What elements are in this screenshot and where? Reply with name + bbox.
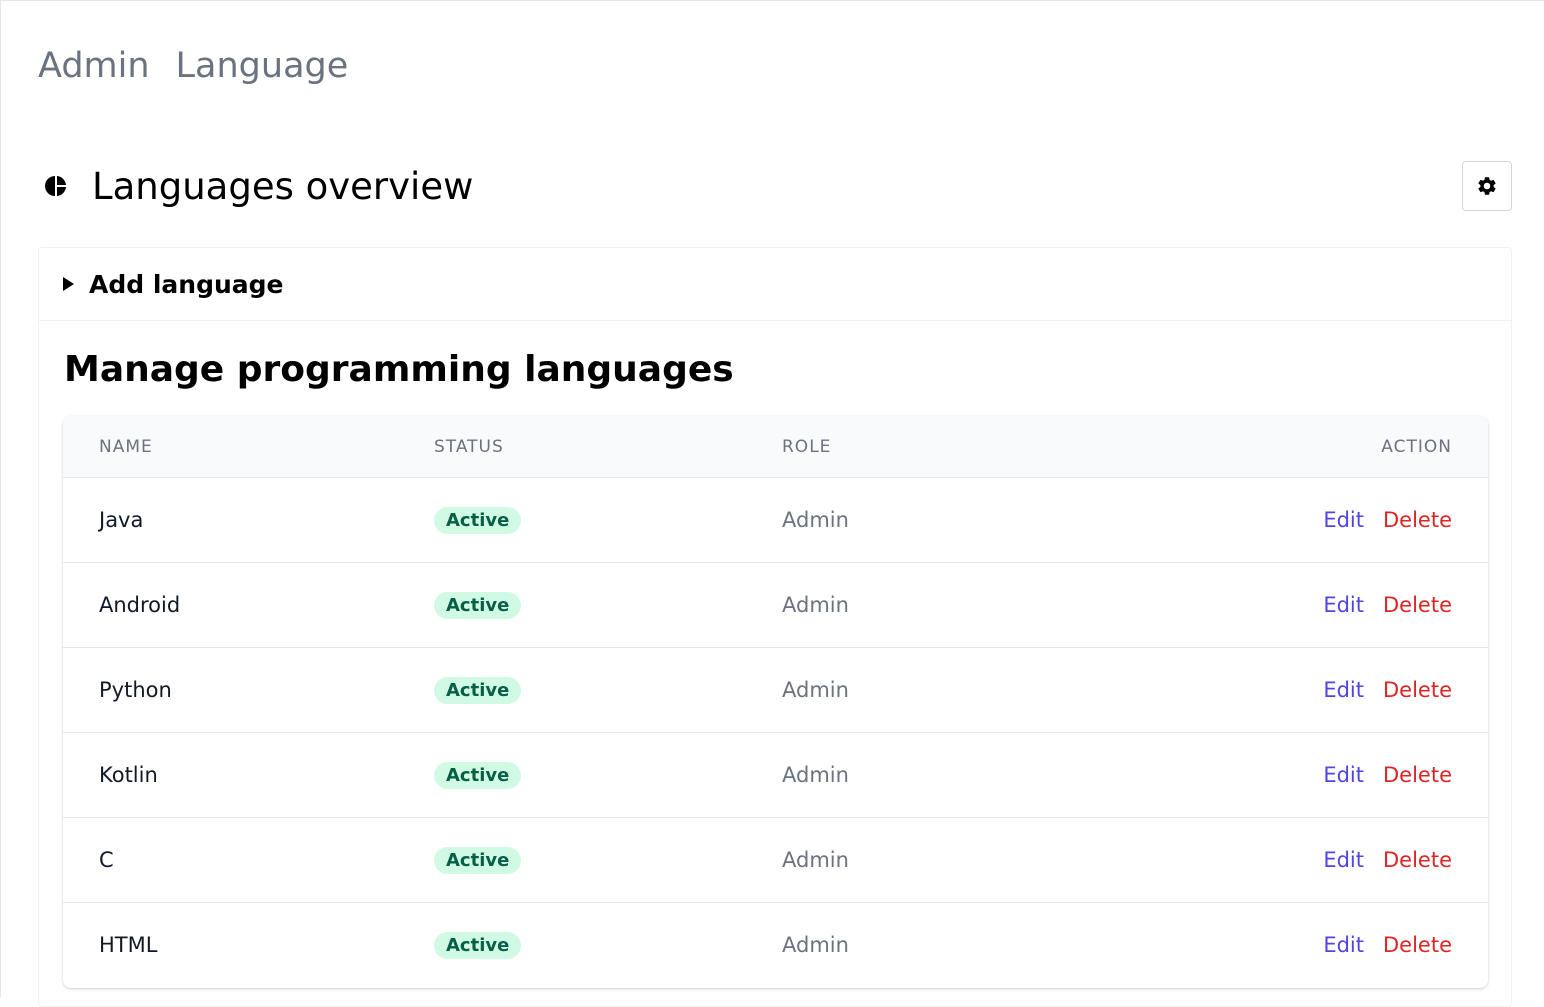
status-badge: Active: [434, 847, 522, 874]
role-cell: Admin: [782, 763, 849, 787]
role-cell: Admin: [782, 678, 849, 702]
row-actions: Edit Delete: [1323, 593, 1452, 617]
edit-link[interactable]: Edit: [1323, 933, 1364, 957]
edit-link[interactable]: Edit: [1323, 763, 1364, 787]
delete-link[interactable]: Delete: [1383, 593, 1452, 617]
delete-link[interactable]: Delete: [1383, 678, 1452, 702]
gear-icon: [1478, 177, 1496, 195]
page: Admin Language Languages overview Add la…: [0, 0, 1544, 1007]
add-language-label: Add language: [89, 269, 284, 299]
table-row: Python Active Admin Edit Delete: [63, 648, 1488, 733]
settings-button[interactable]: [1462, 161, 1512, 211]
delete-link[interactable]: Delete: [1383, 763, 1452, 787]
role-cell: Admin: [782, 933, 849, 957]
column-header-action: ACTION: [1381, 437, 1452, 457]
header: Languages overview: [43, 161, 1512, 213]
status-badge: Active: [434, 592, 522, 619]
status-badge: Active: [434, 677, 522, 704]
table-row: HTML Active Admin Edit Delete: [63, 903, 1488, 988]
edit-link[interactable]: Edit: [1323, 848, 1364, 872]
breadcrumb-admin[interactable]: Admin: [38, 45, 150, 87]
column-header-status: STATUS: [434, 437, 504, 457]
delete-link[interactable]: Delete: [1383, 933, 1452, 957]
language-name: Android: [99, 593, 181, 617]
row-actions: Edit Delete: [1323, 848, 1452, 872]
languages-panel: Add language Manage programming language…: [38, 247, 1512, 1007]
section-title: Manage programming languages: [64, 349, 734, 390]
role-cell: Admin: [782, 508, 849, 532]
breadcrumb-language[interactable]: Language: [176, 45, 349, 87]
table-row: Java Active Admin Edit Delete: [63, 478, 1488, 563]
add-language-toggle[interactable]: Add language: [39, 248, 1511, 321]
language-name: Kotlin: [99, 763, 158, 787]
table-header: NAME STATUS ROLE ACTION: [63, 416, 1488, 478]
table-row: C Active Admin Edit Delete: [63, 818, 1488, 903]
column-header-role: ROLE: [782, 437, 832, 457]
breadcrumb: Admin Language: [38, 45, 348, 87]
pie-chart-icon: [45, 176, 66, 196]
row-actions: Edit Delete: [1323, 678, 1452, 702]
language-name: Python: [99, 678, 172, 702]
page-title: Languages overview: [92, 165, 474, 208]
language-name: HTML: [99, 933, 158, 957]
delete-link[interactable]: Delete: [1383, 508, 1452, 532]
row-actions: Edit Delete: [1323, 508, 1452, 532]
edit-link[interactable]: Edit: [1323, 678, 1364, 702]
language-name: C: [99, 848, 114, 872]
row-actions: Edit Delete: [1323, 763, 1452, 787]
status-badge: Active: [434, 932, 522, 959]
role-cell: Admin: [782, 593, 849, 617]
row-actions: Edit Delete: [1323, 933, 1452, 957]
edit-link[interactable]: Edit: [1323, 593, 1364, 617]
status-badge: Active: [434, 762, 522, 789]
table-row: Kotlin Active Admin Edit Delete: [63, 733, 1488, 818]
table-row: Android Active Admin Edit Delete: [63, 563, 1488, 648]
caret-right-icon: [63, 277, 74, 291]
edit-link[interactable]: Edit: [1323, 508, 1364, 532]
languages-table: NAME STATUS ROLE ACTION Java Active Admi…: [63, 416, 1488, 988]
column-header-name: NAME: [99, 437, 153, 457]
role-cell: Admin: [782, 848, 849, 872]
status-badge: Active: [434, 507, 522, 534]
delete-link[interactable]: Delete: [1383, 848, 1452, 872]
language-name: Java: [99, 508, 144, 532]
